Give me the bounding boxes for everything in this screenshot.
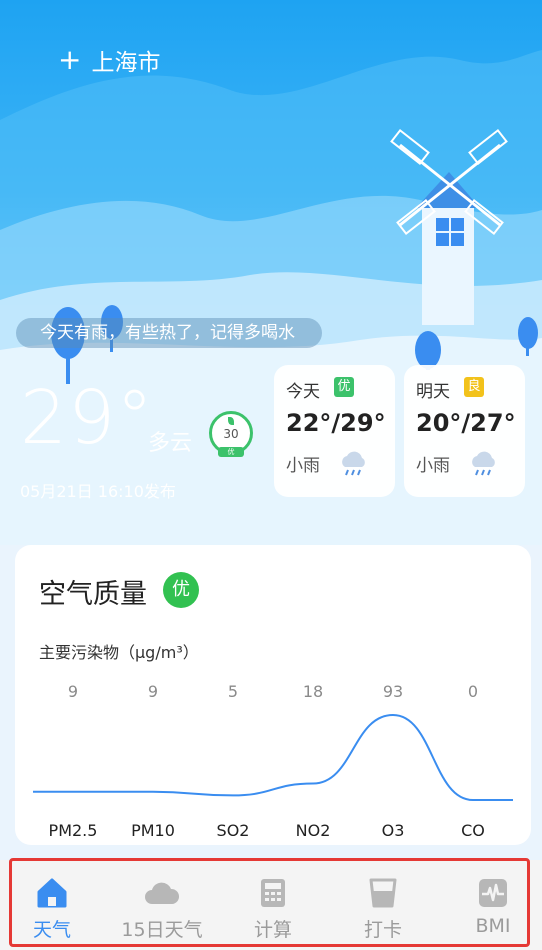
pollutant-label: 主要污染物（μg/m³） (39, 643, 199, 662)
light-rain-icon (472, 451, 495, 476)
quality-tag: 优 (334, 377, 354, 397)
chart-category-label: PM2.5 (49, 821, 98, 840)
temp-range: 22°/29° (286, 409, 386, 437)
light-rain-icon (342, 451, 365, 476)
forecast-desc: 小雨 (286, 456, 320, 476)
quality-tag: 良 (464, 377, 484, 397)
cup-icon (369, 878, 397, 908)
chart-value-label: 9 (148, 682, 158, 701)
tab-label: BMI (475, 915, 511, 937)
pollutant-chart: 9 9 5 18 93 0 PM2.5 PM10 SO2 NO2 O3 CO (33, 682, 513, 840)
chart-value-label: 93 (383, 682, 403, 701)
tab-label: 天气 (32, 919, 71, 941)
tab-calculate[interactable]: 计算 (218, 877, 328, 943)
tab-15-day[interactable]: 15日天气 (107, 877, 217, 943)
weather-hero: + 上海市 今天有雨，有些热了，记得多喝水 29° 多云 30 优 05月21日… (0, 0, 542, 545)
air-quality-card: 空气质量 优 主要污染物（μg/m³） 9 9 5 18 93 0 PM2.5 PM10 SO2… (15, 545, 531, 845)
air-quality-title: 空气质量 (39, 579, 147, 610)
tab-check-in[interactable]: 打卡 (328, 877, 438, 943)
forecast-day: 明天 (416, 382, 450, 402)
current-temperature: 29° (20, 375, 155, 461)
forecast-card-today[interactable]: 今天 优 22°/29° 小雨 (274, 365, 395, 497)
weather-tip: 今天有雨，有些热了，记得多喝水 (16, 318, 322, 348)
pulse-icon (479, 879, 507, 907)
chart-value-label: 9 (68, 682, 78, 701)
chart-value-label: 18 (303, 682, 323, 701)
air-quality-level: 优 (163, 572, 199, 608)
forecast-desc: 小雨 (416, 456, 450, 476)
city-selector[interactable]: + 上海市 (58, 44, 161, 77)
tab-label: 打卡 (363, 919, 402, 941)
city-name: 上海市 (91, 50, 161, 76)
aqi-level: 优 (218, 447, 244, 457)
chart-category-label: CO (461, 821, 485, 840)
tab-label: 计算 (253, 919, 292, 941)
leaf-icon (228, 417, 234, 425)
aqi-value: 30 (223, 427, 239, 441)
pollutant-series-line (33, 713, 513, 801)
cloud-icon (145, 882, 180, 904)
tab-label: 15日天气 (121, 919, 203, 941)
publish-time: 05月21日 16:10发布 (20, 482, 176, 501)
forecast-day: 今天 (286, 382, 320, 402)
chart-category-label: O3 (382, 821, 405, 840)
chart-category-label: NO2 (296, 821, 331, 840)
chart-category-label: PM10 (131, 821, 175, 840)
forecast-card-tomorrow[interactable]: 明天 良 20°/27° 小雨 (404, 365, 525, 497)
current-condition: 多云 (148, 431, 193, 456)
chart-value-label: 5 (228, 682, 238, 701)
plus-icon[interactable]: + (58, 46, 81, 74)
home-icon (37, 878, 67, 908)
calculator-icon (261, 879, 285, 907)
chart-value-label: 0 (468, 682, 478, 701)
tab-bmi[interactable]: BMI (438, 877, 542, 943)
temp-range: 20°/27° (416, 409, 516, 437)
tab-weather[interactable]: 天气 (0, 877, 107, 943)
chart-category-label: SO2 (217, 821, 250, 840)
aqi-badge[interactable]: 30 优 (209, 411, 253, 457)
